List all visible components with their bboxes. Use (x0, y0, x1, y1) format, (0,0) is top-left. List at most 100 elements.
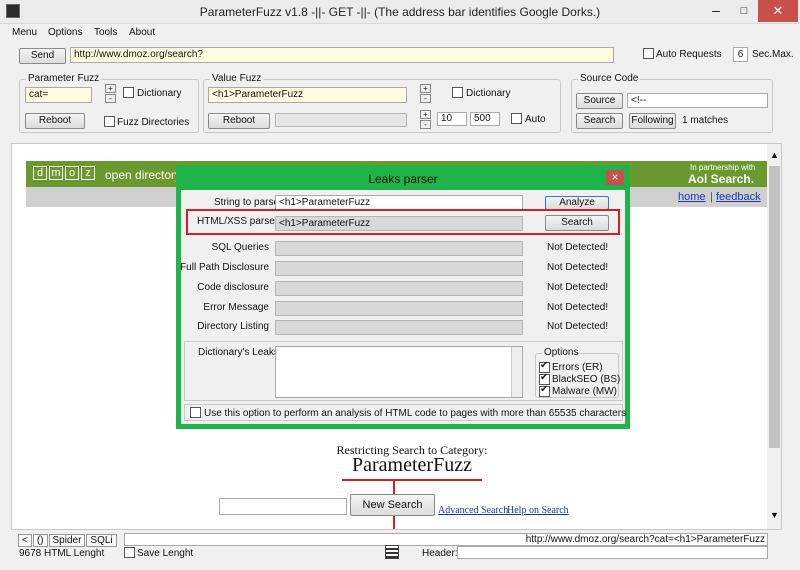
source-search-input[interactable]: <!-- (627, 93, 768, 108)
fuzz-directories-checkbox[interactable] (104, 116, 115, 127)
url-input[interactable]: http://www.dmoz.org/search? (70, 47, 614, 63)
save-length-label: Save Lenght (137, 548, 194, 559)
fuzz-directories-label: Fuzz Directories (117, 117, 190, 128)
parameter-up-button[interactable]: + (105, 84, 116, 93)
value-down-button[interactable]: - (420, 94, 431, 103)
range-down-button[interactable]: - (420, 120, 431, 129)
full-path-status: Not Detected! (547, 262, 609, 273)
tab-spider[interactable]: Spider (48, 534, 86, 547)
auto-requests-label: Auto Requests (656, 49, 722, 60)
advanced-search-link[interactable]: Advanced Search (438, 505, 508, 516)
matches-count: 1 matches (682, 115, 729, 126)
category-title: ParameterFuzz (352, 454, 472, 476)
sec-max-input[interactable]: 6 (733, 47, 748, 62)
value-progress-bar (275, 113, 407, 127)
category-red-underline (342, 479, 482, 481)
auto-label: Auto (525, 114, 546, 125)
analyze-button[interactable]: Analyze (545, 196, 609, 210)
auto-requests-checkbox[interactable] (643, 48, 654, 59)
pointer-target-icon (385, 545, 399, 559)
range-up-button[interactable]: + (420, 110, 431, 119)
aol-search-logo: Aol Search. (688, 172, 755, 186)
value-input[interactable]: <h1>ParameterFuzz (208, 87, 407, 103)
header-input[interactable] (457, 546, 768, 559)
new-search-button[interactable]: New Search (350, 494, 435, 516)
directory-listing-status: Not Detected! (547, 321, 609, 332)
code-disclosure-label: Code disclosure (197, 282, 269, 293)
large-html-checkbox[interactable] (190, 407, 201, 418)
range-to-input[interactable]: 500 (470, 112, 500, 126)
value-reboot-button[interactable]: Reboot (208, 113, 270, 129)
dialog-close-button[interactable]: × (606, 170, 624, 185)
dictionary-leaks-label: Dictionary's Leaks (198, 347, 279, 358)
dmoz-logo[interactable]: dmoz (33, 166, 95, 182)
nav-separator: | (710, 191, 713, 203)
scroll-thumb[interactable] (769, 166, 780, 448)
leaks-parser-dialog: Leaks parser × String to parse <h1>Param… (176, 165, 630, 429)
status-url: http://www.dmoz.org/search?cat=<h1>Param… (525, 534, 765, 545)
scroll-up-icon[interactable]: ▲ (767, 150, 781, 160)
title-bar: ParameterFuzz v1.8 -||- GET -||- (The ad… (0, 0, 800, 24)
html-length-text: 9678 HTML Lenght (19, 548, 105, 559)
feedback-link[interactable]: feedback (716, 191, 761, 203)
menu-item-menu[interactable]: Menu (12, 27, 37, 38)
dictionary-leaks-scrollbar[interactable] (511, 347, 522, 397)
parameter-down-button[interactable]: - (105, 94, 116, 103)
browser-scrollbar[interactable]: ▲ ▼ (767, 144, 781, 529)
source-button[interactable]: Source (576, 93, 623, 109)
help-on-search-link[interactable]: Help on Search (507, 505, 569, 516)
new-search-input[interactable] (219, 498, 347, 515)
parameter-reboot-button[interactable]: Reboot (25, 113, 85, 129)
tab-parens[interactable]: () (32, 534, 48, 547)
maximize-button[interactable]: □ (730, 0, 758, 22)
source-code-title: Source Code (578, 73, 641, 84)
full-path-output (275, 261, 523, 276)
options-title: Options (542, 347, 581, 358)
value-fuzz-title: Value Fuzz (210, 73, 264, 84)
auto-checkbox[interactable] (511, 113, 522, 124)
code-disclosure-status: Not Detected! (547, 282, 609, 293)
parameter-input[interactable]: cat= (25, 87, 92, 103)
value-up-button[interactable]: + (420, 84, 431, 93)
error-message-status: Not Detected! (547, 302, 609, 313)
html-xss-output: <h1>ParameterFuzz (275, 216, 523, 231)
dialog-body: String to parse <h1>ParameterFuzz Analyz… (180, 190, 626, 424)
sql-queries-output (275, 241, 523, 256)
value-dictionary-checkbox[interactable] (452, 87, 463, 98)
menu-item-about[interactable]: About (129, 27, 155, 38)
dmoz-letter-m: m (49, 166, 63, 180)
status-url-field: http://www.dmoz.org/search?cat=<h1>Param… (124, 533, 768, 546)
minimize-button[interactable]: – (702, 0, 730, 22)
dialog-title: Leaks parser (368, 172, 438, 186)
tab-back[interactable]: < (18, 534, 32, 547)
value-dictionary-label: Dictionary (466, 88, 511, 99)
following-button[interactable]: Following (629, 113, 676, 129)
dmoz-letter-z: z (81, 166, 95, 180)
sec-max-label: Sec.Max. (752, 49, 794, 60)
code-disclosure-output (275, 281, 523, 296)
string-to-parse-input[interactable]: <h1>ParameterFuzz (275, 195, 523, 210)
partner-small-text: In partnership with (690, 163, 756, 172)
tab-sqli[interactable]: SQLi (86, 534, 117, 547)
parameter-dictionary-checkbox[interactable] (123, 87, 134, 98)
scroll-down-icon[interactable]: ▼ (767, 510, 781, 520)
malware-checkbox[interactable] (539, 384, 550, 397)
close-window-button[interactable]: ✕ (758, 0, 798, 22)
open-directory-text: open directory (105, 168, 182, 182)
dmoz-letter-o: o (65, 166, 79, 180)
error-message-output (275, 301, 523, 316)
directory-listing-label: Directory Listing (197, 321, 269, 332)
source-search-button[interactable]: Search (576, 113, 623, 129)
range-from-input[interactable]: 10 (437, 112, 467, 126)
dmoz-letter-d: d (33, 166, 47, 180)
menu-bar: Menu Options Tools About (0, 25, 800, 40)
menu-item-options[interactable]: Options (48, 27, 82, 38)
parameter-fuzz-title: Parameter Fuzz (26, 73, 102, 84)
send-button[interactable]: Send (19, 48, 66, 64)
html-xss-search-button[interactable]: Search (545, 215, 609, 231)
menu-item-tools[interactable]: Tools (94, 27, 117, 38)
bottom-tabs: <() Spider SQLi (18, 534, 117, 547)
home-link[interactable]: home (678, 191, 706, 203)
save-length-checkbox[interactable] (124, 547, 135, 558)
dictionary-leaks-textarea[interactable] (275, 346, 523, 398)
